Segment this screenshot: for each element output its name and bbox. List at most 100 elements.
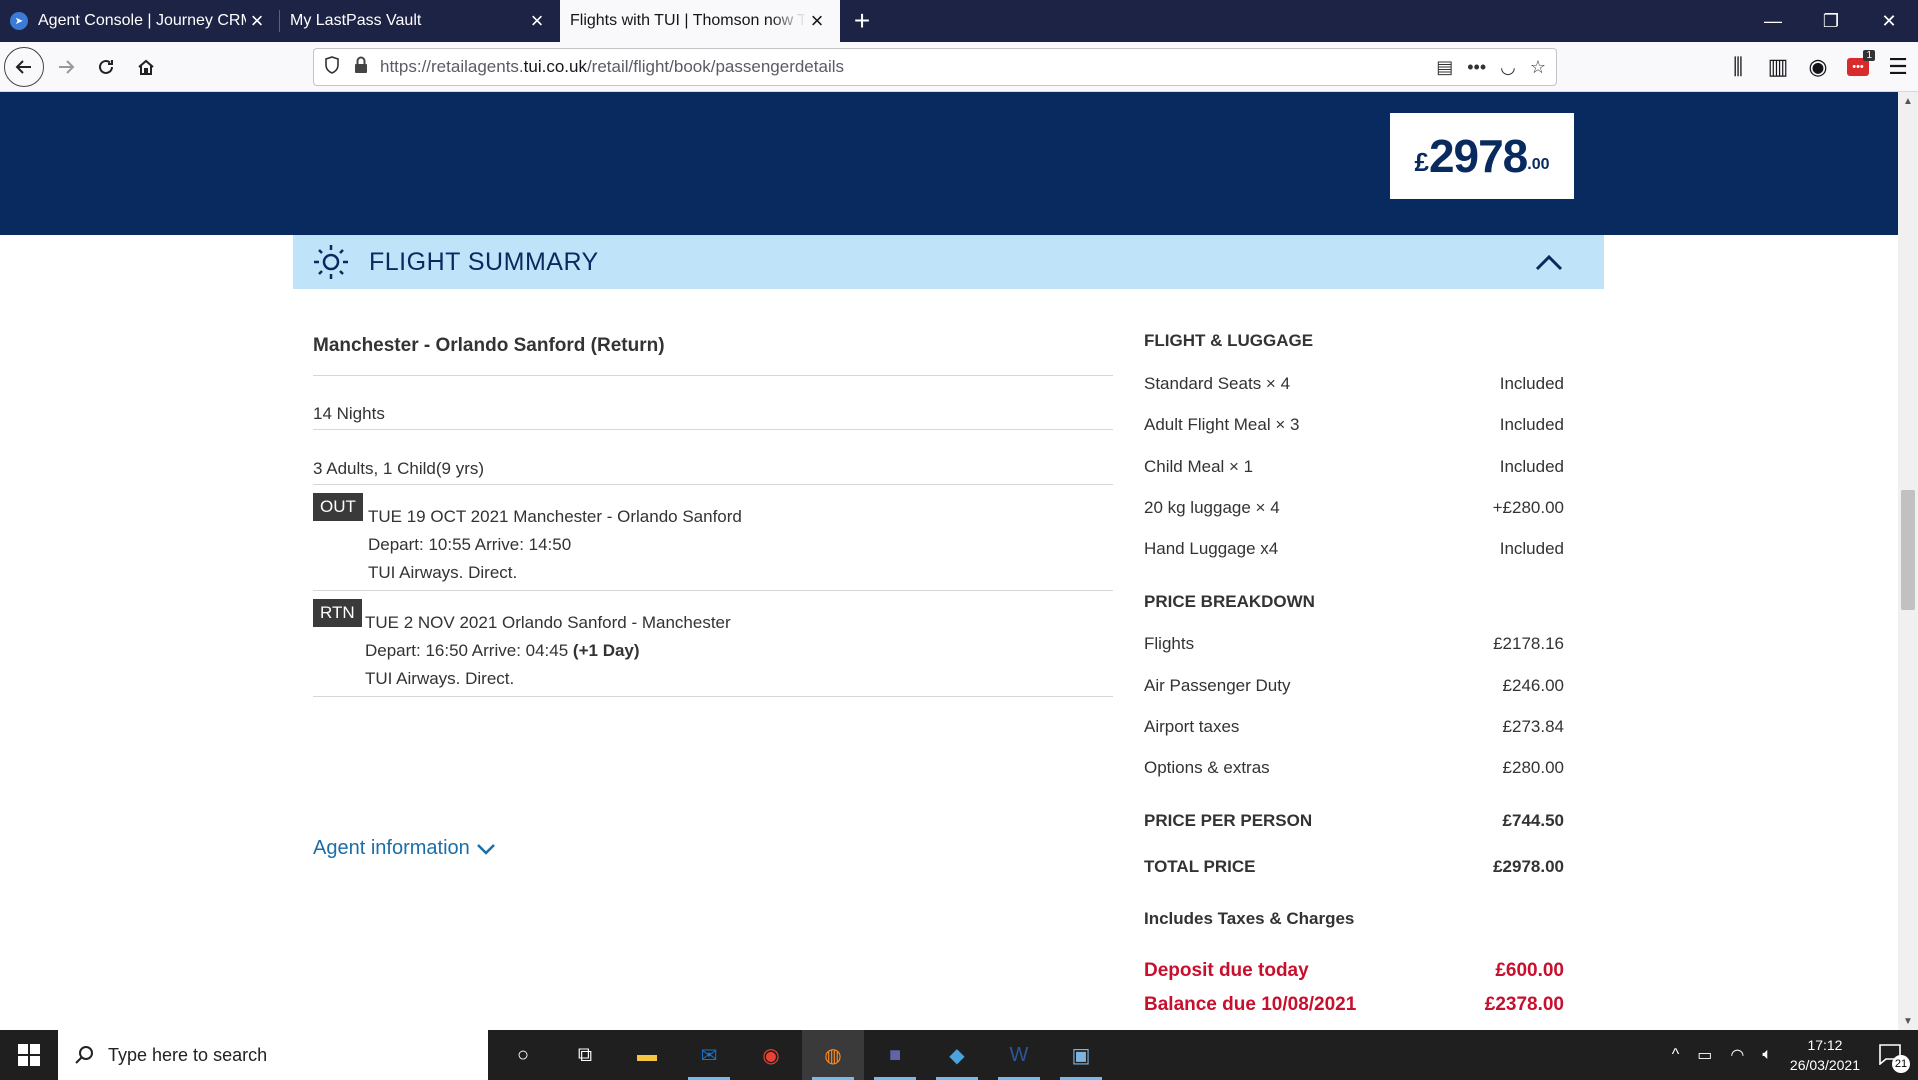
close-window-icon[interactable]: ✕	[1860, 0, 1918, 42]
back-button[interactable]	[4, 46, 44, 87]
wifi-icon[interactable]: ◠	[1730, 1045, 1744, 1065]
task-view-icon[interactable]: ⧉	[554, 1030, 616, 1080]
arrow-right-icon	[59, 59, 75, 74]
lastpass-extension-button[interactable]: ••• 1	[1838, 47, 1878, 87]
minimize-icon[interactable]: —	[1744, 0, 1802, 42]
reload-button[interactable]	[86, 47, 126, 87]
luggage-row: 20 kg luggage × 4 +£280.00	[1144, 498, 1564, 518]
tab-tui-flights[interactable]: Flights with TUI | Thomson now TUI ×	[560, 0, 840, 42]
row-label: Airport taxes	[1144, 717, 1240, 736]
chevron-down-icon	[476, 843, 495, 855]
sun-icon	[314, 245, 348, 279]
chrome-icon[interactable]: ◉	[740, 1030, 802, 1080]
volume-icon[interactable]: 🔈︎	[1762, 1046, 1772, 1064]
forward-button[interactable]	[46, 47, 86, 87]
scroll-up-icon[interactable]: ▲	[1898, 92, 1918, 110]
flight-summary-header[interactable]: FLIGHT SUMMARY	[293, 235, 1604, 289]
sidebar-icon[interactable]: ▥	[1758, 47, 1798, 87]
remote-desktop-icon[interactable]: ▣	[1050, 1030, 1112, 1080]
row-label: Standard Seats × 4	[1144, 374, 1291, 393]
clock-time: 17:12	[1807, 1037, 1843, 1053]
breakdown-row: Air Passenger Duty £246.00	[1144, 676, 1564, 696]
home-button[interactable]	[126, 47, 166, 87]
row-label: Balance due 10/08/2021	[1144, 994, 1357, 1015]
scroll-down-icon[interactable]: ▼	[1898, 1012, 1918, 1030]
battery-icon[interactable]: ▭	[1697, 1045, 1712, 1065]
close-icon[interactable]: ×	[246, 10, 268, 32]
luggage-row: Child Meal × 1 Included	[1144, 457, 1564, 477]
windows-taskbar: Type here to search ○ ⧉ ▬ ✉ ◉ ◍ ■ ◆ W ▣ …	[0, 1030, 1918, 1080]
windows-logo-icon	[18, 1044, 40, 1066]
search-placeholder: Type here to search	[108, 1044, 268, 1065]
file-explorer-icon[interactable]: ▬	[616, 1030, 678, 1080]
passengers-text: 3 Adults, 1 Child(9 yrs)	[313, 459, 485, 478]
taskbar-search-box[interactable]: Type here to search	[58, 1030, 488, 1080]
outlook-icon[interactable]: ✉	[678, 1030, 740, 1080]
toolbar-right: ⫼ ▥ ◉ ••• 1 ☰	[1718, 42, 1918, 92]
shield-icon[interactable]	[324, 55, 346, 79]
url-actions: ▤ ••• ◡ ☆	[1436, 57, 1546, 78]
start-button[interactable]	[0, 1030, 58, 1080]
word-icon[interactable]: W	[988, 1030, 1050, 1080]
teams-icon[interactable]: ■	[864, 1030, 926, 1080]
more-icon[interactable]: •••	[1467, 57, 1486, 78]
arrow-left-icon	[15, 59, 31, 74]
url-domain: tui.co.uk	[523, 57, 587, 76]
return-route: TUE 2 NOV 2021 Orlando Sanford - Manches…	[365, 613, 731, 632]
row-value: £280.00	[1502, 758, 1564, 777]
cortana-icon[interactable]: ○	[492, 1030, 554, 1080]
tab-agent-console[interactable]: ➤ Agent Console | Journey CRM ×	[0, 0, 280, 42]
page-scrollbar[interactable]: ▲ ▼	[1898, 92, 1918, 1030]
restore-icon[interactable]: ❐	[1802, 0, 1860, 42]
agent-information-toggle[interactable]: Agent information	[313, 837, 496, 860]
page-viewport: £ 2978 .00 FLIGHT SUMMARY Manchester - O…	[0, 92, 1898, 1030]
account-icon[interactable]: ◉	[1798, 47, 1838, 87]
row-label: TOTAL PRICE	[1144, 857, 1256, 876]
library-icon[interactable]: ⫼	[1718, 47, 1758, 87]
agent-information-label: Agent information	[313, 837, 470, 859]
close-icon[interactable]: ×	[526, 10, 548, 32]
tab-lastpass-vault[interactable]: My LastPass Vault ×	[280, 0, 560, 42]
row-value: Included	[1499, 415, 1564, 434]
breakdown-row: Flights £2178.16	[1144, 634, 1564, 654]
outbound-times: Depart: 10:55 Arrive: 14:50	[368, 535, 572, 554]
close-icon[interactable]: ×	[806, 10, 828, 32]
outbound-details: TUE 19 OCT 2021 Manchester - Orlando San…	[368, 503, 742, 587]
address-bar[interactable]: https://retailagents.tui.co.uk/retail/fl…	[313, 48, 1557, 86]
reader-view-icon[interactable]: ▤	[1436, 57, 1453, 78]
row-label: Child Meal × 1	[1144, 457, 1254, 476]
notification-center-icon[interactable]: 21	[1878, 1043, 1910, 1073]
header-banner: £ 2978 .00	[0, 92, 1898, 235]
lock-icon[interactable]	[354, 56, 374, 79]
return-times: Depart: 16:50 Arrive: 04:45 (+1 Day)	[365, 637, 731, 665]
deposit-row: Deposit due today £600.00	[1144, 960, 1564, 982]
flight-luggage-heading: FLIGHT & LUGGAGE	[1144, 331, 1314, 350]
includes-taxes-text: Includes Taxes & Charges	[1144, 909, 1355, 928]
bookmark-star-icon[interactable]: ☆	[1530, 57, 1546, 78]
return-badge: RTN	[313, 599, 362, 627]
tab-title: Flights with TUI | Thomson now TUI	[570, 12, 806, 29]
pocket-icon[interactable]: ◡	[1500, 57, 1516, 78]
firefox-icon[interactable]: ◍	[802, 1030, 864, 1080]
menu-icon[interactable]: ☰	[1878, 47, 1918, 87]
scrollbar-thumb[interactable]	[1901, 490, 1915, 610]
row-label: Deposit due today	[1144, 960, 1309, 981]
row-value: £2378.00	[1484, 994, 1564, 1015]
telegram-icon: ➤	[10, 12, 28, 30]
tab-title: My LastPass Vault	[290, 12, 422, 29]
clock[interactable]: 17:12 26/03/2021	[1790, 1035, 1860, 1075]
extension-badge-count: 1	[1863, 50, 1875, 61]
divider	[313, 484, 1113, 485]
outbound-airline: TUI Airways. Direct.	[368, 563, 518, 582]
remote-app-icon[interactable]: ◆	[926, 1030, 988, 1080]
row-value: Included	[1499, 539, 1564, 558]
chevron-up-tray-icon[interactable]: ^	[1672, 1046, 1680, 1064]
total-price-box: £ 2978 .00	[1390, 113, 1574, 199]
browser-tab-strip: ➤ Agent Console | Journey CRM × My LastP…	[0, 0, 1918, 42]
outbound-badge: OUT	[313, 493, 363, 521]
new-tab-button[interactable]: +	[840, 0, 884, 42]
search-icon	[75, 1046, 93, 1064]
outbound-route: TUE 19 OCT 2021 Manchester - Orlando San…	[368, 507, 742, 526]
row-label: Options & extras	[1144, 758, 1270, 777]
chevron-up-icon[interactable]	[1534, 252, 1564, 272]
